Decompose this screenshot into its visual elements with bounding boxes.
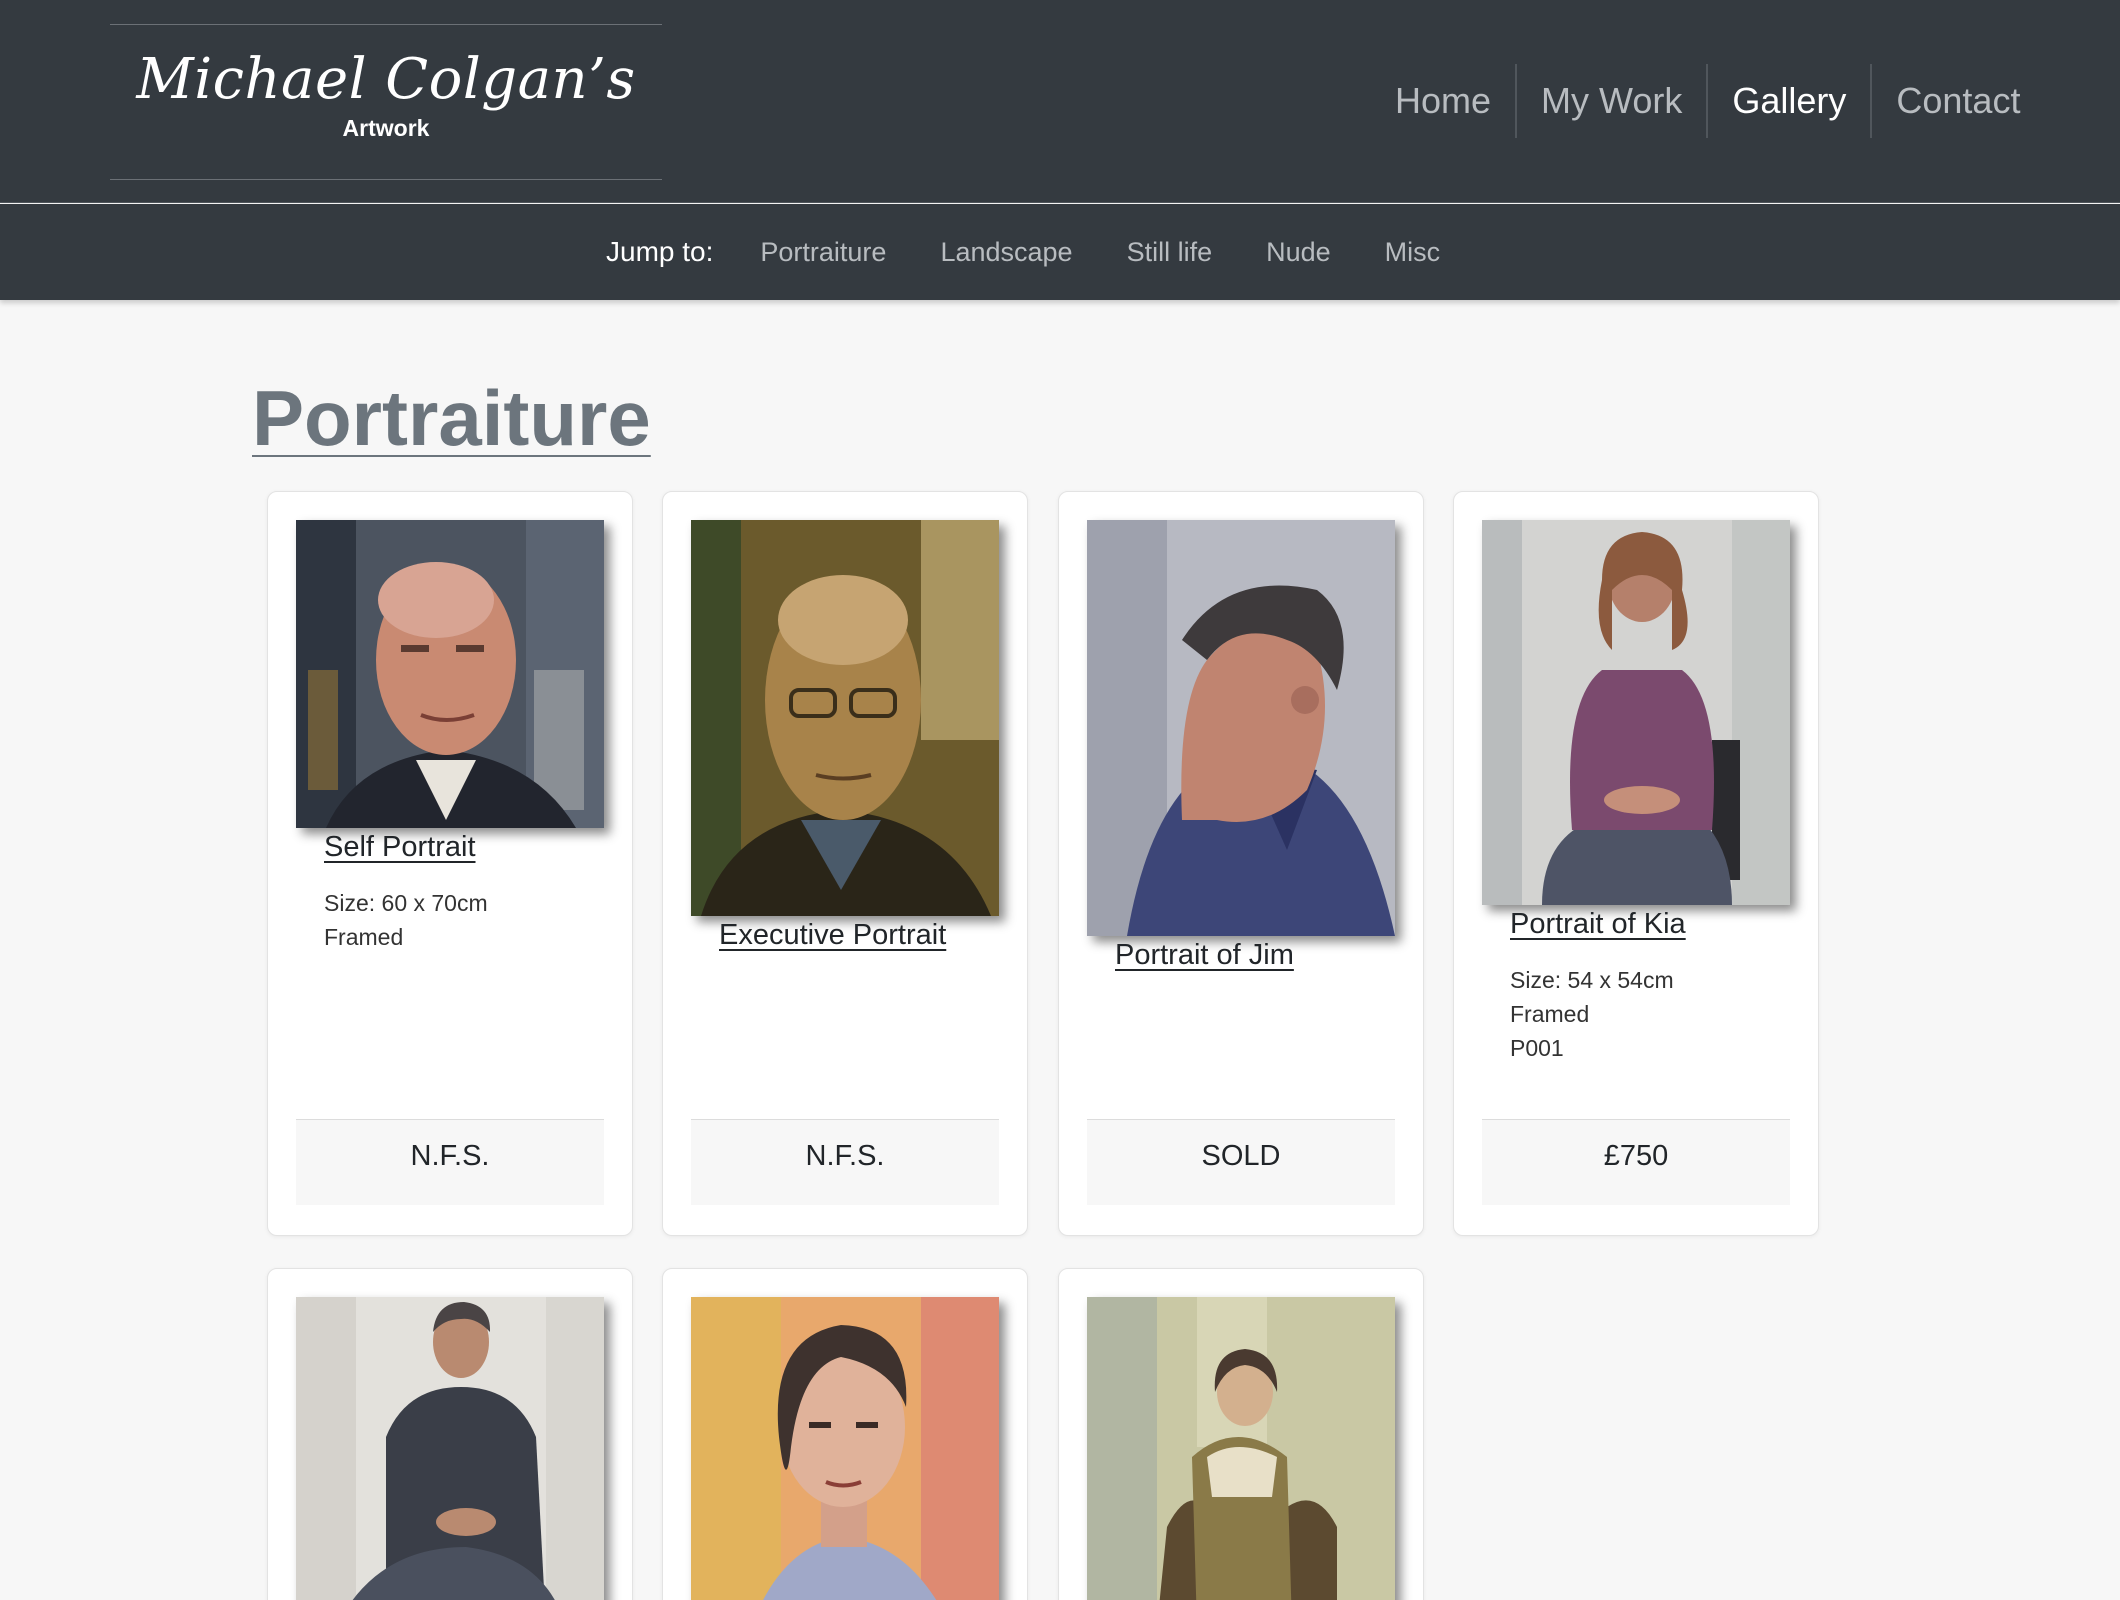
nav-contact[interactable]: Contact (1870, 64, 2044, 138)
artwork-frame: Framed (1510, 1001, 1590, 1027)
artwork-price: N.F.S. (691, 1119, 999, 1205)
jump-nude[interactable]: Nude (1239, 237, 1358, 268)
nav-home[interactable]: Home (1371, 64, 1515, 138)
artwork-image[interactable] (691, 520, 999, 916)
section-title[interactable]: Portraiture (252, 372, 651, 464)
jump-landscape[interactable]: Landscape (913, 237, 1099, 268)
artwork-card: Portrait of Kia Size: 54 x 54cm Framed P… (1453, 491, 1819, 1236)
artwork-image[interactable] (1087, 520, 1395, 936)
artwork-title[interactable]: Executive Portrait (719, 919, 946, 952)
jump-still-life[interactable]: Still life (1100, 237, 1240, 268)
jump-to-label: Jump to: (606, 236, 714, 267)
nav-my-work[interactable]: My Work (1515, 64, 1706, 138)
artwork-image[interactable] (1482, 520, 1790, 905)
brand-subtitle: Artwork (342, 115, 430, 141)
brand-name: Michael Colgan’s (136, 47, 636, 112)
artwork-price: N.F.S. (296, 1119, 604, 1205)
artwork-details: Size: 60 x 70cm Framed (324, 886, 488, 954)
artwork-card: Portrait of Jim SOLD (1058, 491, 1424, 1236)
artwork-price: £750 (1482, 1119, 1790, 1205)
artwork-code: P001 (1510, 1035, 1564, 1061)
artwork-price: SOLD (1087, 1119, 1395, 1205)
artwork-size: Size: 54 x 54cm (1510, 967, 1674, 993)
artwork-title[interactable]: Portrait of Kia (1510, 908, 1686, 941)
artwork-image[interactable] (296, 1297, 604, 1600)
site-header: Michael Colgan’s Artwork Home My Work Ga… (0, 0, 2120, 203)
artwork-frame: Framed (324, 924, 404, 950)
artwork-image[interactable] (1087, 1297, 1395, 1600)
nav-gallery[interactable]: Gallery (1706, 64, 1870, 138)
jump-portraiture[interactable]: Portraiture (733, 237, 913, 268)
artwork-title[interactable]: Self Portrait (324, 831, 476, 864)
jump-misc[interactable]: Misc (1358, 237, 1468, 268)
main-nav: Home My Work Gallery Contact (1371, 64, 2044, 138)
site-logo[interactable]: Michael Colgan’s Artwork (110, 24, 662, 180)
jump-to-bar: Jump to: Portraiture Landscape Still lif… (0, 204, 2120, 300)
jump-to-nav: Jump to: Portraiture Landscape Still lif… (606, 204, 1467, 300)
artwork-title[interactable]: Portrait of Jim (1115, 939, 1294, 972)
artwork-card: Executive Portrait N.F.S. (662, 491, 1028, 1236)
artwork-card (1058, 1268, 1424, 1600)
artwork-card: Self Portrait Size: 60 x 70cm Framed N.F… (267, 491, 633, 1236)
artwork-card (267, 1268, 633, 1600)
artwork-image[interactable] (296, 520, 604, 828)
artwork-card (662, 1268, 1028, 1600)
artwork-size: Size: 60 x 70cm (324, 890, 488, 916)
artwork-details: Size: 54 x 54cm Framed P001 (1510, 963, 1674, 1065)
artwork-image[interactable] (691, 1297, 999, 1600)
